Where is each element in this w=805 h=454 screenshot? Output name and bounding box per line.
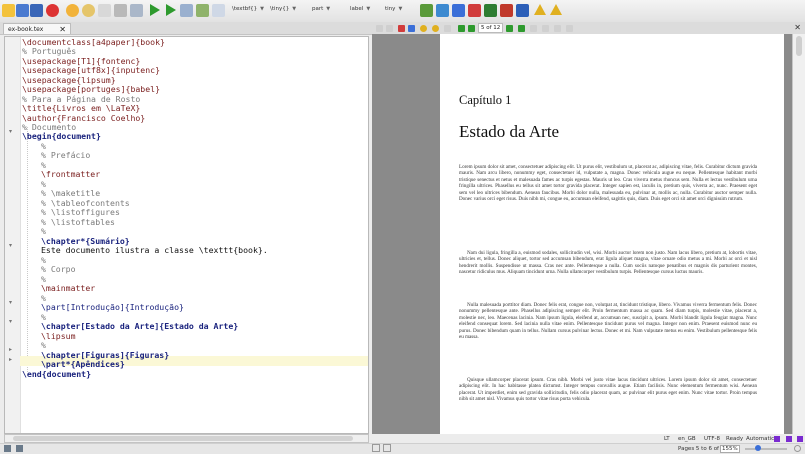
code-line: \mainmatter [41,283,96,293]
code-editor[interactable]: ▾ ▾ ▾ ▾ ▸ ▸ \documentclass[a4paper]{book… [4,36,369,434]
fold-icon[interactable]: ▾ [9,318,12,325]
fullscreen-icon[interactable] [554,25,561,32]
figure-icon[interactable] [452,4,465,17]
status-right: LT en_GB UTF-8 Ready Automatic [0,436,805,453]
code-line: % Corpo [41,264,76,274]
scrollbar-thumb[interactable] [13,436,353,441]
fold-icon[interactable]: ▸ [9,346,12,353]
label-select[interactable]: label ▼ [350,6,370,16]
prev-page-icon[interactable] [468,25,475,32]
main-toolbar: \textbf{} ▼ \tiny{} ▼ part ▼ label ▼ tiny ▼ [0,0,805,23]
size-select[interactable]: \tiny{} ▼ [270,6,296,16]
magnify-icon[interactable] [408,25,415,32]
ready-indicator: Ready [726,436,744,442]
page-input[interactable]: 5 of 12 [478,23,504,33]
code-line: \lipsum [41,331,76,341]
forward-icon[interactable] [542,25,549,32]
view-pdf-icon[interactable] [180,4,193,17]
pdf-toolbar: 5 of 12 [372,22,805,34]
code-line: \end{document} [22,369,92,379]
status-icon[interactable] [797,436,803,442]
fold-icon[interactable]: ▾ [9,299,12,306]
status-icon[interactable] [774,436,780,442]
pdf-page: Capítulo 1 Estado da Arte Lorem ipsum do… [440,34,784,434]
paste-icon[interactable] [130,4,143,17]
pdf-paragraph: Quisque ullamcorper placerat ipsum. Cras… [459,377,757,403]
cut-icon[interactable] [114,4,127,17]
table-icon[interactable] [420,4,433,17]
pdf-paragraph: Lorem ipsum dolor sit amet, consectetuer… [459,164,757,203]
redo-icon[interactable] [82,4,95,17]
symbols-icon[interactable] [516,4,529,17]
fold-icon[interactable]: ▸ [9,356,12,363]
highlight-icon[interactable] [420,25,427,32]
last-page-icon[interactable] [518,25,525,32]
bibtex-icon[interactable] [500,4,513,17]
quick-build-icon[interactable] [166,4,176,16]
dictionary-indicator[interactable]: en_GB [678,436,696,442]
status-icon[interactable] [786,436,792,442]
fit-icon[interactable] [386,25,393,32]
copy-icon[interactable] [98,4,111,17]
pdf-paragraph: Nulla malesuada porttitor diam. Donec fe… [459,302,757,341]
bookmark-icon[interactable] [398,25,405,32]
code-line: % Prefácio [41,150,91,160]
pdf-paragraph: Nam dui ligula, fringilla a, euismod sod… [459,250,757,276]
font-select[interactable]: \textbf{} ▼ [232,6,264,16]
new-file-icon[interactable] [2,4,15,17]
tiny-select[interactable]: tiny ▼ [385,6,402,16]
pdf-viewer[interactable]: Capítulo 1 Estado da Arte Lorem ipsum do… [372,34,792,434]
tab-ex-book[interactable]: ex-book.tex ✕ [3,23,71,34]
annotate-icon[interactable] [432,25,439,32]
compile-run-icon[interactable] [150,4,160,16]
editor-gutter [5,37,21,433]
pdf-vertical-scrollbar[interactable] [792,34,805,434]
tabular-icon[interactable] [484,4,497,17]
error-icon[interactable] [550,4,562,15]
code-line: \frontmatter [41,169,101,179]
code-line: \part[Introdução]{Introdução} [41,302,184,312]
fold-icon[interactable]: ▾ [9,128,12,135]
close-doc-icon[interactable] [46,4,59,17]
code-line: Este documento ilustra a classe \texttt{… [41,245,268,255]
tab-label: ex-book.tex [8,26,44,33]
editor-horizontal-scrollbar[interactable] [4,434,369,443]
matrix-icon[interactable] [436,4,449,17]
list-icon[interactable] [468,4,481,17]
next-page-icon[interactable] [506,25,513,32]
tab-close-icon[interactable]: ✕ [59,24,66,35]
sync-icon[interactable] [376,25,383,32]
language-indicator: LT [664,436,670,442]
first-page-icon[interactable] [458,25,465,32]
structure-select[interactable]: part ▼ [312,6,330,16]
select-icon[interactable] [444,25,451,32]
open-file-icon[interactable] [16,4,29,17]
encoding-indicator[interactable]: UTF-8 [704,436,720,442]
code-line: \begin{document} [22,131,101,141]
chapter-number: Capítulo 1 [459,93,512,107]
scrollbar-thumb[interactable] [796,36,802,56]
back-icon[interactable] [530,25,537,32]
presentation-icon[interactable] [566,25,573,32]
warning-icon[interactable] [534,4,546,15]
zoom-icon[interactable] [196,4,209,17]
undo-icon[interactable] [66,4,79,17]
code-line: % \listoftables [41,217,115,227]
mode-indicator[interactable]: Automatic [746,436,774,442]
chapter-title: Estado da Arte [459,122,560,141]
fold-icon[interactable]: ▾ [9,242,12,249]
spell-icon[interactable] [212,4,225,17]
save-icon[interactable] [30,4,43,17]
